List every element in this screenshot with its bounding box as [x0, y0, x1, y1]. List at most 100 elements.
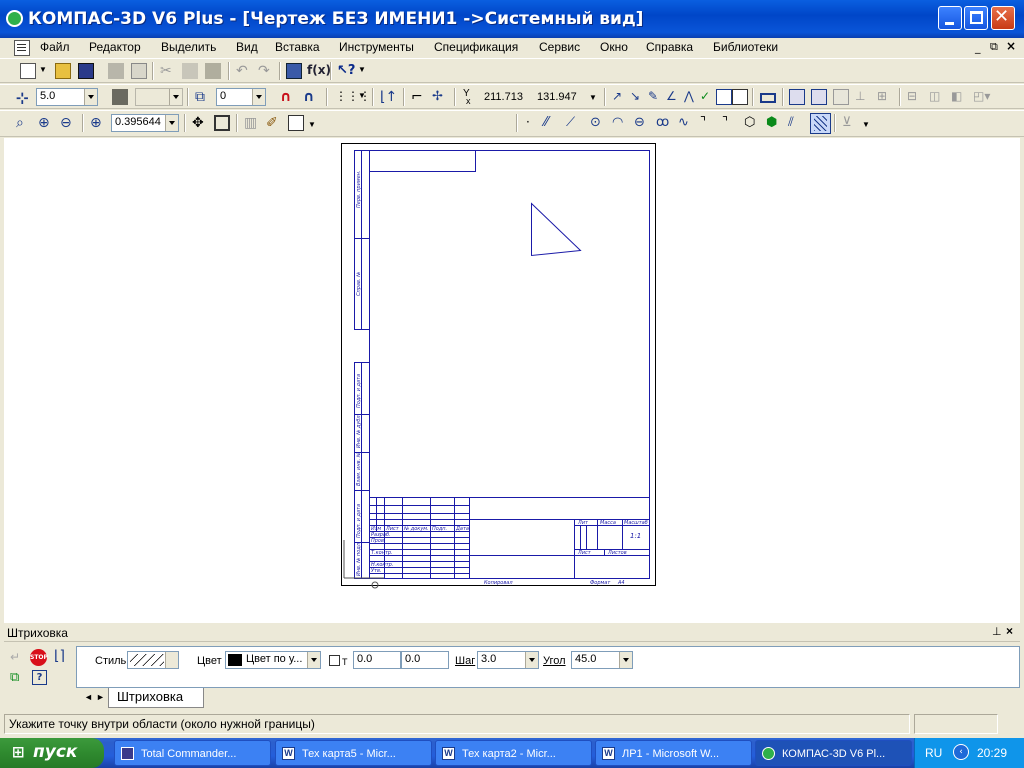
zoom-scale-icon[interactable]: ⊕: [90, 115, 106, 131]
contour-icon[interactable]: ⬢: [766, 115, 782, 131]
menu-file[interactable]: Файл: [37, 38, 73, 58]
view-projection-icon[interactable]: ⊥: [855, 89, 871, 105]
grid-dropdown-icon[interactable]: ▼: [358, 91, 366, 100]
view-detail-icon[interactable]: ⊞: [877, 89, 893, 105]
help-dropdown-icon[interactable]: ▼: [358, 65, 366, 74]
aux-line-icon[interactable]: ⁄⁄: [544, 115, 560, 131]
pin-icon[interactable]: ⊥: [992, 625, 1002, 638]
chevron-down-icon[interactable]: [84, 89, 97, 105]
menu-specification[interactable]: Спецификация: [431, 38, 521, 58]
style-combo[interactable]: [127, 651, 179, 669]
enter-icon[interactable]: ↵: [10, 650, 20, 664]
dim-angle-icon[interactable]: ∠: [666, 89, 682, 105]
print-icon[interactable]: [108, 63, 124, 79]
step-combo[interactable]: 5.0: [36, 88, 98, 106]
menu-window[interactable]: Окно: [597, 38, 631, 58]
line-style-combo[interactable]: [135, 88, 183, 106]
chevron-down-icon[interactable]: [165, 652, 178, 668]
task-total-commander[interactable]: Total Commander...: [114, 740, 271, 766]
ellipse-icon[interactable]: ⊖: [634, 115, 650, 131]
task-word-tech2[interactable]: W Тех карта2 - Micr...: [435, 740, 592, 766]
view-new-icon[interactable]: [789, 89, 805, 105]
chevron-down-icon[interactable]: [252, 89, 265, 105]
snap-magnet-icon[interactable]: ∩: [280, 89, 296, 105]
chevron-down-icon[interactable]: [169, 89, 182, 105]
dim-auto-icon[interactable]: ↗: [612, 89, 628, 105]
mdi-close-icon[interactable]: ×: [1006, 39, 1016, 53]
coord-dropdown-icon[interactable]: ▼: [589, 93, 597, 102]
hatch-button[interactable]: [810, 113, 831, 134]
coord-y-value[interactable]: 131.947: [537, 91, 577, 103]
color-combo[interactable]: Цвет по у...: [225, 651, 321, 669]
variables-icon[interactable]: f(x): [307, 63, 331, 79]
tab-hatch[interactable]: Штриховка: [108, 688, 204, 708]
ortho-icon[interactable]: ⌐: [411, 89, 427, 105]
layer-combo[interactable]: 0: [216, 88, 266, 106]
layers-icon[interactable]: ⧉: [195, 89, 211, 105]
menu-tools[interactable]: Инструменты: [336, 38, 417, 58]
title-bar[interactable]: КОМПАС-3D V6 Plus - [Чертеж БЕЗ ИМЕНИ1 -…: [0, 0, 1024, 38]
zoom-combo[interactable]: 0.395644: [111, 114, 179, 132]
view-layout-icon[interactable]: [811, 89, 827, 105]
point-icon[interactable]: ·: [526, 115, 542, 131]
color-fill-icon[interactable]: [112, 89, 128, 105]
save-icon[interactable]: [78, 63, 94, 79]
menu-service[interactable]: Сервис: [536, 38, 583, 58]
stop-icon[interactable]: STOP: [30, 649, 48, 666]
mdi-minimize-icon[interactable]: _: [975, 41, 981, 54]
new-dropdown-icon[interactable]: ▼: [39, 65, 47, 74]
regenerate-icon[interactable]: ▥: [244, 115, 260, 131]
table-icon[interactable]: [716, 89, 732, 105]
menu-select[interactable]: Выделить: [158, 38, 219, 58]
panel-close-icon[interactable]: ×: [1006, 624, 1013, 638]
assoc-section-icon[interactable]: ◫: [929, 89, 945, 105]
arc-icon[interactable]: ◠: [612, 115, 628, 131]
manager-icon[interactable]: [286, 63, 302, 79]
dim-arc-icon[interactable]: ⋀: [684, 89, 700, 105]
minimize-button[interactable]: [938, 6, 962, 30]
copy-icon[interactable]: [182, 63, 198, 79]
menu-edit[interactable]: Редактор: [86, 38, 144, 58]
zoom-all-icon[interactable]: [214, 115, 230, 131]
menu-insert[interactable]: Вставка: [272, 38, 323, 58]
grid-icon[interactable]: ⋮⋮⋮: [335, 89, 371, 105]
start-button[interactable]: ⊞ пуск: [0, 738, 104, 768]
equidistant-icon[interactable]: ⫽: [788, 115, 804, 131]
step-cursor-icon[interactable]: ⊹: [16, 89, 32, 107]
view-section-icon[interactable]: [833, 89, 849, 105]
maximize-button[interactable]: [964, 6, 988, 30]
task-kompas[interactable]: КОМПАС-3D V6 Pl...: [755, 740, 912, 766]
display-dropdown-icon[interactable]: ▼: [308, 120, 316, 129]
menu-libraries[interactable]: Библиотеки: [710, 38, 781, 58]
assoc-view-icon[interactable]: ⊟: [907, 89, 923, 105]
display-icon[interactable]: [288, 115, 304, 131]
zoom-in-icon[interactable]: ⊕: [38, 115, 54, 131]
language-indicator[interactable]: RU: [925, 746, 942, 760]
cut-icon[interactable]: ✂: [160, 63, 176, 79]
task-word-tech5[interactable]: W Тех карта5 - Micr...: [275, 740, 432, 766]
redo-icon[interactable]: ↷: [258, 63, 274, 79]
dim-linear-icon[interactable]: ↘: [630, 89, 646, 105]
drawing-canvas[interactable]: Изм Лист № докум. Подп. Дата Разраб. Про…: [4, 138, 1020, 623]
angle-combo[interactable]: 45.0: [571, 651, 633, 669]
undo-icon[interactable]: ↶: [236, 63, 252, 79]
mdi-restore-icon[interactable]: ⧉: [990, 40, 998, 54]
open-folder-icon[interactable]: [55, 63, 71, 79]
print-preview-icon[interactable]: [131, 63, 147, 79]
boundary-icon[interactable]: ⌊⌉: [54, 648, 65, 664]
chevron-down-icon[interactable]: [619, 652, 632, 668]
polygon-icon[interactable]: ⬡: [744, 115, 760, 131]
spline-icon[interactable]: ꝏ: [656, 115, 672, 131]
tab-scroll-right-icon[interactable]: ►: [96, 692, 105, 702]
circle-icon[interactable]: ⊙: [590, 115, 606, 131]
step-value-combo[interactable]: 3.0: [477, 651, 539, 669]
close-button[interactable]: ✕: [991, 6, 1015, 30]
paste-icon[interactable]: [205, 63, 221, 79]
menu-help[interactable]: Справка: [643, 38, 696, 58]
pan-icon[interactable]: ✥: [192, 115, 208, 131]
t-checkbox[interactable]: [329, 655, 340, 666]
tray-expand-icon[interactable]: ‹: [953, 744, 969, 760]
zoom-icon[interactable]: ⌕: [16, 115, 32, 131]
assoc-local-icon[interactable]: ◧: [951, 89, 967, 105]
rough-icon[interactable]: ✓: [700, 89, 716, 105]
